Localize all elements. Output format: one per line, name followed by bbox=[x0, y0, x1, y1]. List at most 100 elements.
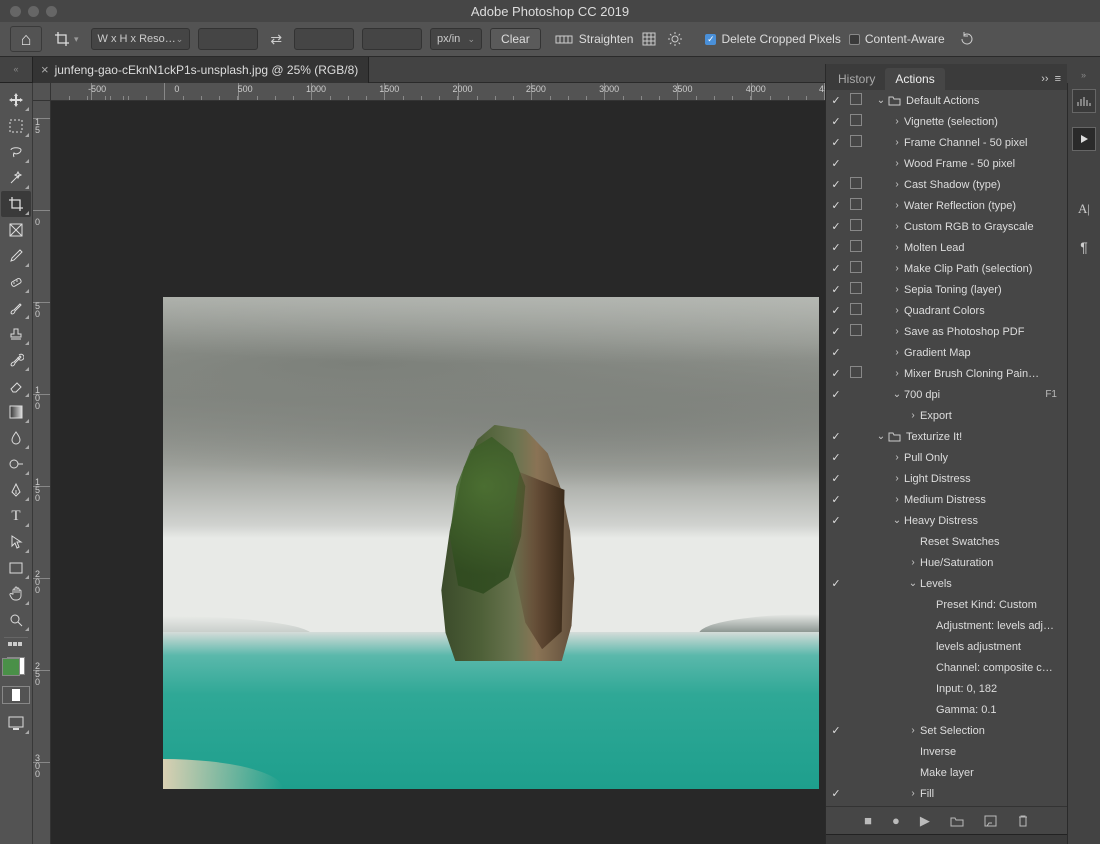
crop-preset-dropdown[interactable]: W x H x Reso…⌄ bbox=[91, 28, 191, 50]
foreground-color-swatch[interactable] bbox=[2, 658, 20, 676]
crop-options-button[interactable] bbox=[667, 31, 685, 47]
tool-marquee[interactable] bbox=[1, 113, 31, 139]
action-row[interactable]: Reset Swatches bbox=[826, 531, 1067, 552]
action-row[interactable]: Adjustment: levels adj… bbox=[826, 615, 1067, 636]
action-row[interactable]: levels adjustment bbox=[826, 636, 1067, 657]
crop-height-input[interactable] bbox=[294, 28, 354, 50]
tool-shape[interactable] bbox=[1, 555, 31, 581]
crop-width-input[interactable] bbox=[198, 28, 258, 50]
overlay-grid-button[interactable] bbox=[641, 31, 659, 47]
action-row[interactable]: ✓›Mixer Brush Cloning Pain… bbox=[826, 363, 1067, 384]
window-controls[interactable] bbox=[10, 6, 57, 17]
delete-cropped-checkbox[interactable]: ✓ Delete Cropped Pixels bbox=[705, 32, 840, 46]
tool-history-brush[interactable] bbox=[1, 347, 31, 373]
crop-resolution-input[interactable] bbox=[362, 28, 422, 50]
action-row[interactable]: Input: 0, 182 bbox=[826, 678, 1067, 699]
tool-hand[interactable] bbox=[1, 581, 31, 607]
action-row[interactable]: ✓⌄Levels bbox=[826, 573, 1067, 594]
crop-unit-dropdown[interactable]: px/in⌄ bbox=[430, 28, 482, 50]
tool-lasso[interactable] bbox=[1, 139, 31, 165]
new-action-button[interactable] bbox=[984, 815, 997, 827]
action-row[interactable]: Preset Kind: Custom bbox=[826, 594, 1067, 615]
reset-crop-button[interactable] bbox=[959, 31, 977, 47]
close-window-icon[interactable] bbox=[10, 6, 21, 17]
tool-pen[interactable] bbox=[1, 477, 31, 503]
tool-dodge[interactable] bbox=[1, 451, 31, 477]
action-row[interactable]: ✓›Quadrant Colors bbox=[826, 300, 1067, 321]
action-row[interactable]: ✓›Fill bbox=[826, 783, 1067, 804]
action-row[interactable]: ✓›Medium Distress bbox=[826, 489, 1067, 510]
straighten-button[interactable]: Straighten bbox=[555, 32, 634, 46]
actions-list[interactable]: ✓⌄Default Actions✓›Vignette (selection)✓… bbox=[826, 90, 1067, 806]
tool-stamp[interactable] bbox=[1, 321, 31, 347]
tool-heal[interactable] bbox=[1, 269, 31, 295]
document-image[interactable] bbox=[163, 297, 819, 789]
canvas-area[interactable]: -500050010001500200025003000350040004500… bbox=[33, 83, 825, 844]
action-row[interactable]: Gamma: 0.1 bbox=[826, 699, 1067, 720]
tool-type[interactable]: T bbox=[1, 503, 31, 529]
tool-zoom[interactable] bbox=[1, 607, 31, 633]
action-row[interactable]: ✓›Sepia Toning (layer) bbox=[826, 279, 1067, 300]
action-row[interactable]: ✓⌄Texturize It! bbox=[826, 426, 1067, 447]
horizontal-ruler[interactable]: -500050010001500200025003000350040004500 bbox=[51, 83, 825, 101]
panel-collapse-icon[interactable]: ›› bbox=[1041, 73, 1048, 85]
content-aware-checkbox[interactable]: Content-Aware bbox=[849, 32, 945, 46]
action-row[interactable]: ✓⌄700 dpiF1 bbox=[826, 384, 1067, 405]
swap-dimensions-button[interactable]: ⇄ bbox=[266, 31, 286, 48]
panel-icon-histogram[interactable] bbox=[1072, 89, 1096, 113]
tool-eyedropper[interactable] bbox=[1, 243, 31, 269]
tool-gradient[interactable] bbox=[1, 399, 31, 425]
action-row[interactable]: ✓›Cast Shadow (type) bbox=[826, 174, 1067, 195]
action-row[interactable]: ✓›Light Distress bbox=[826, 468, 1067, 489]
crop-tool-indicator[interactable]: ▾ bbox=[50, 31, 83, 47]
tool-more[interactable] bbox=[8, 642, 24, 648]
tab-history[interactable]: History bbox=[828, 68, 885, 90]
quick-mask-toggle[interactable] bbox=[2, 686, 30, 704]
stop-button[interactable]: ■ bbox=[864, 813, 872, 828]
play-button[interactable]: ▶ bbox=[920, 813, 930, 829]
panel-icon-paragraph[interactable]: ¶ bbox=[1072, 235, 1096, 259]
delete-button[interactable] bbox=[1017, 814, 1029, 827]
vertical-ruler[interactable]: 1 505 01 0 01 5 02 0 02 5 03 0 03 5 04 0… bbox=[33, 101, 51, 844]
left-collapse-handle[interactable]: « bbox=[0, 57, 33, 83]
tool-blur[interactable] bbox=[1, 425, 31, 451]
tool-crop[interactable] bbox=[1, 191, 31, 217]
action-row[interactable]: ✓›Pull Only bbox=[826, 447, 1067, 468]
action-row[interactable]: ✓›Set Selection bbox=[826, 720, 1067, 741]
action-row[interactable]: ›Hue/Saturation bbox=[826, 552, 1067, 573]
tool-brush[interactable] bbox=[1, 295, 31, 321]
home-button[interactable] bbox=[10, 26, 42, 52]
document-tab[interactable]: × junfeng-gao-cEknN1ckP1s-unsplash.jpg @… bbox=[33, 57, 369, 83]
clear-button[interactable]: Clear bbox=[490, 28, 541, 50]
record-button[interactable]: ● bbox=[892, 813, 900, 828]
tool-path-select[interactable] bbox=[1, 529, 31, 555]
tool-eraser[interactable] bbox=[1, 373, 31, 399]
tool-wand[interactable] bbox=[1, 165, 31, 191]
minimize-window-icon[interactable] bbox=[28, 6, 39, 17]
close-tab-icon[interactable]: × bbox=[41, 62, 49, 77]
panel-icon-play[interactable] bbox=[1072, 127, 1096, 151]
maximize-window-icon[interactable] bbox=[46, 6, 57, 17]
action-row[interactable]: ✓⌄Default Actions bbox=[826, 90, 1067, 111]
panel-menu-icon[interactable]: ≡ bbox=[1055, 73, 1061, 85]
action-row[interactable]: ✓›Molten Lead bbox=[826, 237, 1067, 258]
panel-icon-character[interactable]: A| bbox=[1072, 197, 1096, 221]
action-row[interactable]: ✓›Custom RGB to Grayscale bbox=[826, 216, 1067, 237]
color-swatches[interactable] bbox=[2, 652, 30, 680]
action-row[interactable]: ✓›Vignette (selection) bbox=[826, 111, 1067, 132]
action-row[interactable]: ✓⌄Heavy Distress bbox=[826, 510, 1067, 531]
new-set-button[interactable] bbox=[950, 815, 964, 827]
panel-resize-handle[interactable] bbox=[826, 834, 1067, 844]
action-row[interactable]: ✓›Wood Frame - 50 pixel bbox=[826, 153, 1067, 174]
tool-frame[interactable] bbox=[1, 217, 31, 243]
action-row[interactable]: ✓›Frame Channel - 50 pixel bbox=[826, 132, 1067, 153]
action-row[interactable]: Make layer bbox=[826, 762, 1067, 783]
action-row[interactable]: ›Export bbox=[826, 405, 1067, 426]
action-row[interactable]: Inverse bbox=[826, 741, 1067, 762]
screen-mode-button[interactable] bbox=[1, 710, 31, 736]
action-row[interactable]: ✓›Make Clip Path (selection) bbox=[826, 258, 1067, 279]
action-row[interactable]: ✓›Save as Photoshop PDF bbox=[826, 321, 1067, 342]
action-row[interactable]: Channel: composite c… bbox=[826, 657, 1067, 678]
action-row[interactable]: ✓›Water Reflection (type) bbox=[826, 195, 1067, 216]
tool-move[interactable] bbox=[1, 87, 31, 113]
